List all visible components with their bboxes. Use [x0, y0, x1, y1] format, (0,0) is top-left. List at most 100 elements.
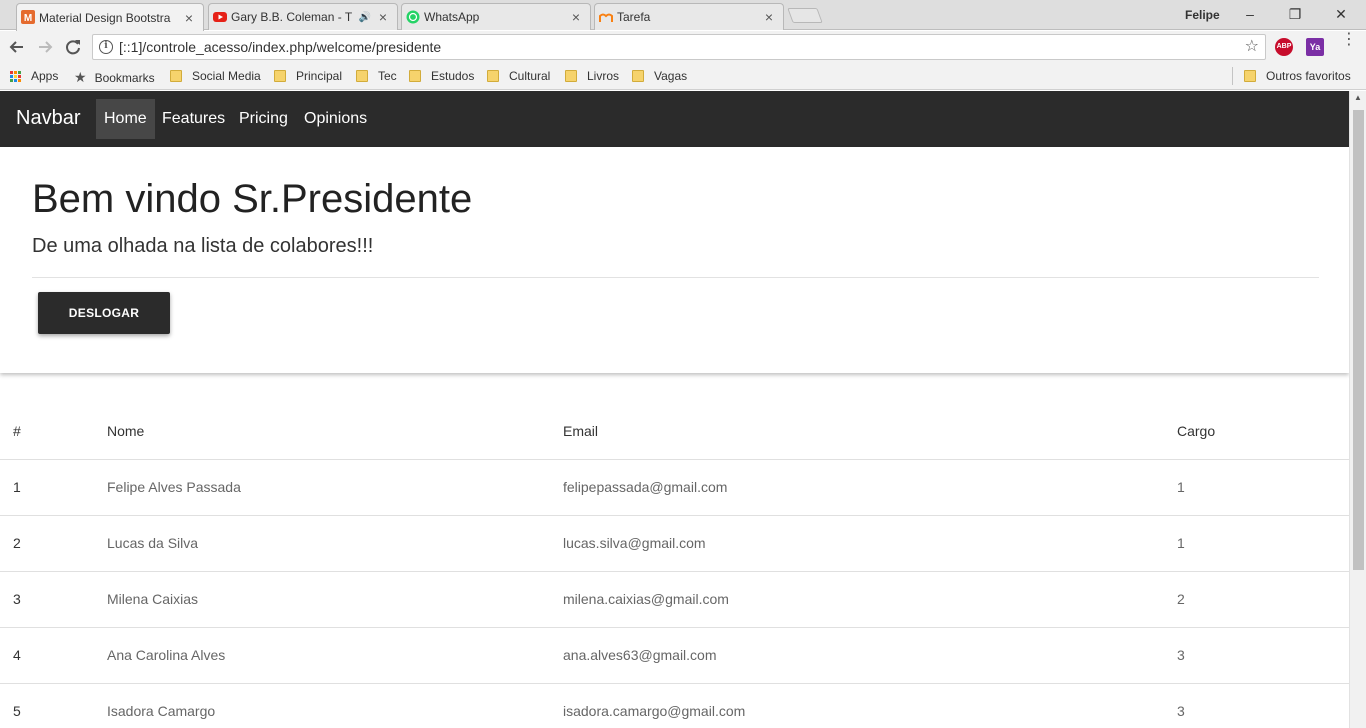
bookmark-bookmarks[interactable]: ★ Bookmarks: [74, 69, 155, 86]
cell-id: 1: [0, 459, 107, 516]
bookmark-tec[interactable]: Tec: [356, 69, 397, 83]
youtube-icon: [213, 10, 227, 24]
nav-link-opinions[interactable]: Opinions: [296, 99, 375, 139]
bookmark-principal[interactable]: Principal: [274, 69, 342, 83]
bookmark-apps[interactable]: Apps: [10, 69, 58, 83]
lead-text: De uma olhada na lista de colabores!!!: [32, 235, 374, 257]
whatsapp-icon: [406, 10, 420, 24]
cell-email: isadora.camargo@gmail.com: [563, 683, 1177, 728]
cell-id: 2: [0, 515, 107, 572]
logout-button[interactable]: DESLOGAR: [38, 292, 170, 334]
bookmark-label: Bookmarks: [94, 70, 155, 85]
mdb-icon: M: [21, 10, 35, 24]
divider: [32, 277, 1319, 278]
nav-link-features[interactable]: Features: [154, 99, 233, 139]
ya-extension-icon[interactable]: Ya: [1306, 38, 1324, 56]
tab-material-design[interactable]: M Material Design Bootstra ×: [16, 3, 204, 31]
cell-id: 3: [0, 571, 107, 628]
cell-cargo: 3: [1177, 627, 1349, 684]
bookmark-label: Tec: [378, 69, 397, 83]
reload-icon[interactable]: [62, 36, 84, 58]
navbar-brand[interactable]: Navbar: [16, 107, 80, 130]
bookmark-outros-favoritos[interactable]: Outros favoritos: [1244, 69, 1351, 83]
close-icon[interactable]: ×: [570, 9, 582, 25]
tab-title: Material Design Bootstra: [39, 10, 171, 25]
bookmark-label: Cultural: [509, 69, 551, 83]
back-arrow-icon[interactable]: [6, 36, 28, 58]
table-row: 2 Lucas da Silva lucas.silva@gmail.com 1: [0, 515, 1349, 572]
cell-id: 5: [0, 683, 107, 728]
bookmarks-bar: Apps ★ Bookmarks Social Media Principal …: [0, 63, 1366, 90]
menu-dots-icon[interactable]: ⋮: [1341, 32, 1357, 48]
tab-strip: M Material Design Bootstra × Gary B.B. C…: [0, 0, 1366, 31]
star-icon: ★: [74, 69, 87, 85]
cell-cargo: 2: [1177, 571, 1349, 628]
header-cargo: Cargo: [1177, 403, 1349, 460]
bookmarks-divider: [1232, 67, 1233, 85]
cell-email: felipepassada@gmail.com: [563, 459, 1177, 516]
tab-title: WhatsApp: [424, 10, 480, 24]
jumbotron: Bem vindo Sr.Presidente De uma olhada na…: [0, 147, 1349, 373]
bookmark-label: Apps: [31, 69, 59, 83]
new-tab-button[interactable]: [787, 8, 823, 23]
header-number: #: [0, 403, 107, 460]
cell-email: milena.caixias@gmail.com: [563, 571, 1177, 628]
close-icon[interactable]: ×: [763, 9, 775, 25]
cell-cargo: 3: [1177, 683, 1349, 728]
window-close-icon[interactable]: ✕: [1318, 4, 1364, 26]
close-icon[interactable]: ×: [377, 9, 389, 25]
url-text: [::1]/controle_acesso/index.php/welcome/…: [119, 39, 442, 55]
folder-icon: [274, 70, 286, 82]
restore-icon[interactable]: ❐: [1272, 4, 1318, 26]
bookmark-social-media[interactable]: Social Media: [170, 69, 261, 83]
bookmark-label: Principal: [296, 69, 343, 83]
table-row: 1 Felipe Alves Passada felipepassada@gma…: [0, 459, 1349, 516]
folder-icon: [170, 70, 182, 82]
nav-link-home[interactable]: Home: [96, 99, 155, 139]
cell-cargo: 1: [1177, 459, 1349, 516]
info-icon[interactable]: i: [99, 40, 113, 54]
cell-email: lucas.silva@gmail.com: [563, 515, 1177, 572]
folder-icon: [356, 70, 368, 82]
bookmark-label: Outros favoritos: [1266, 69, 1351, 83]
tab-title: Gary B.B. Coleman - T: [231, 10, 353, 24]
collaborators-table: # Nome Email Cargo 1 Felipe Alves Passad…: [0, 403, 1349, 728]
bookmark-label: Vagas: [654, 69, 688, 83]
vertical-scrollbar[interactable]: ▲: [1349, 91, 1366, 728]
folder-icon: [565, 70, 577, 82]
table-row: 3 Milena Caixias milena.caixias@gmail.co…: [0, 571, 1349, 628]
browser-toolbar: i [::1]/controle_acesso/index.php/welcom…: [0, 31, 1366, 63]
speaker-icon[interactable]: 🔊: [359, 12, 371, 23]
adblock-icon[interactable]: ABP: [1275, 38, 1293, 56]
bookmark-cultural[interactable]: Cultural: [487, 69, 550, 83]
bookmark-livros[interactable]: Livros: [565, 69, 619, 83]
scroll-up-arrow-icon[interactable]: ▲: [1354, 93, 1362, 102]
apps-grid-icon: [10, 70, 21, 82]
minimize-icon[interactable]: –: [1227, 4, 1273, 26]
star-icon[interactable]: ☆: [1245, 35, 1259, 59]
table-row: 5 Isadora Camargo isadora.camargo@gmail.…: [0, 683, 1349, 728]
page-viewport: Navbar Home Features Pricing Opinions Be…: [0, 91, 1366, 728]
bookmark-label: Estudos: [431, 69, 475, 83]
address-bar[interactable]: i [::1]/controle_acesso/index.php/welcom…: [92, 34, 1266, 60]
folder-icon: [409, 70, 421, 82]
table-row: 4 Ana Carolina Alves ana.alves63@gmail.c…: [0, 627, 1349, 684]
tab-youtube[interactable]: Gary B.B. Coleman - T 🔊 ×: [208, 3, 398, 30]
header-nome: Nome: [107, 403, 563, 460]
folder-icon: [632, 70, 644, 82]
profile-name[interactable]: Felipe: [1185, 8, 1220, 22]
nav-link-pricing[interactable]: Pricing: [231, 99, 296, 139]
bookmark-label: Social Media: [192, 69, 261, 83]
folder-icon: [487, 70, 499, 82]
navbar: Navbar Home Features Pricing Opinions: [0, 91, 1349, 147]
scrollbar-thumb[interactable]: [1353, 110, 1364, 570]
bookmark-vagas[interactable]: Vagas: [632, 69, 687, 83]
cell-nome: Milena Caixias: [107, 571, 563, 628]
tab-tarefa[interactable]: Tarefa ×: [594, 3, 784, 30]
tab-whatsapp[interactable]: WhatsApp ×: [401, 3, 591, 30]
bookmark-estudos[interactable]: Estudos: [409, 69, 474, 83]
forward-arrow-icon[interactable]: [34, 36, 56, 58]
close-icon[interactable]: ×: [183, 10, 195, 26]
cell-nome: Lucas da Silva: [107, 515, 563, 572]
table-header-row: # Nome Email Cargo: [0, 403, 1349, 460]
